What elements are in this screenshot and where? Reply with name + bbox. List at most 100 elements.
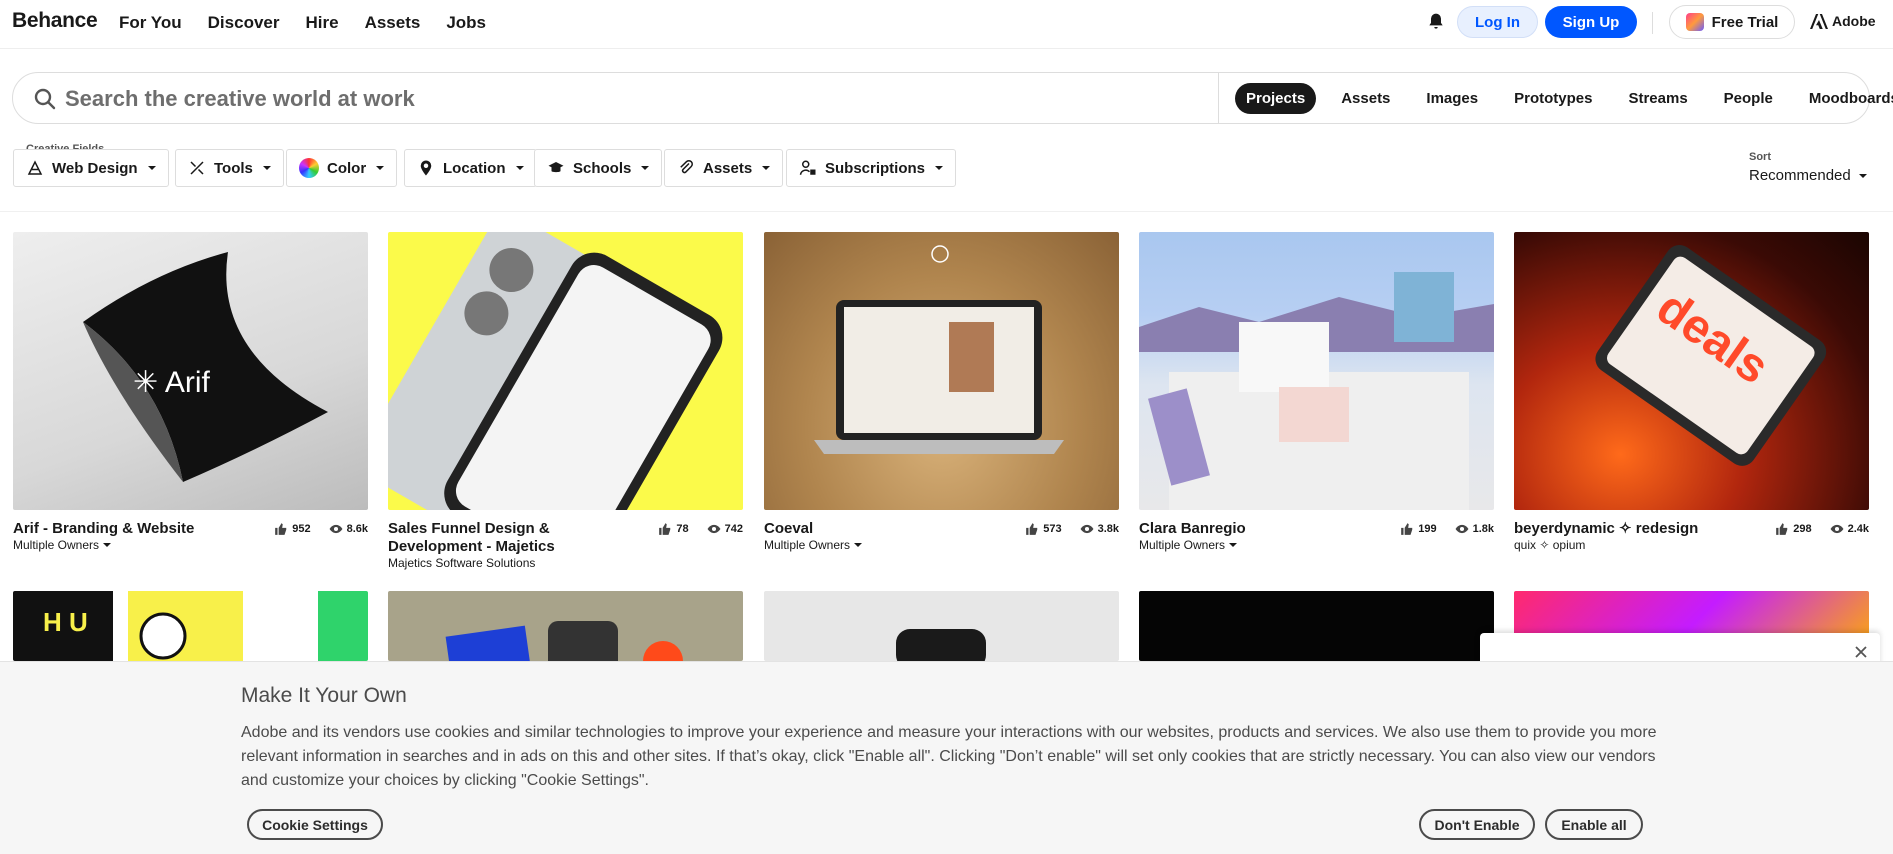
project-title[interactable]: Clara Banregio [1139, 520, 1389, 538]
nav-for-you[interactable]: For You [119, 13, 182, 33]
project-card[interactable] [1139, 591, 1494, 661]
header-divider [1652, 12, 1653, 34]
project-cover-art [814, 245, 1064, 454]
tab-images[interactable]: Images [1415, 83, 1489, 114]
project-owner[interactable]: Multiple Owners [1139, 538, 1238, 552]
tab-streams[interactable]: Streams [1617, 83, 1698, 114]
project-thumbnail[interactable]: H U [13, 591, 368, 661]
project-thumbnail[interactable] [388, 591, 743, 661]
eye-icon [1830, 524, 1843, 534]
tab-people[interactable]: People [1713, 83, 1784, 114]
filter-assets[interactable]: Assets [664, 149, 784, 187]
project-cover-art [388, 232, 723, 510]
chevron-down-icon [515, 166, 524, 170]
color-wheel-icon [299, 158, 319, 178]
project-title[interactable]: Sales Funnel Design & Development - Maje… [388, 520, 638, 556]
project-thumbnail[interactable] [388, 232, 743, 510]
cookie-settings-button[interactable]: Cookie Settings [247, 809, 383, 840]
filter-color-label: Color [327, 159, 367, 177]
search-type-tabs: Projects Assets Images Prototypes Stream… [1235, 83, 1893, 114]
top-nav: Behance For You Discover Hire Assets Job… [0, 0, 1893, 49]
filter-subscriptions[interactable]: Subscriptions [786, 149, 957, 187]
nav-hire[interactable]: Hire [305, 13, 338, 33]
adobe-logo-icon [1810, 13, 1828, 29]
thumbs-up-icon [659, 523, 671, 535]
sort-dropdown[interactable]: Recommended [1749, 167, 1867, 184]
cookie-banner: Make It Your Own Adobe and its vendors u… [0, 661, 1893, 854]
filter-tools-label: Tools [214, 159, 253, 177]
project-card[interactable]: Clara Banregio Multiple Owners 199 1.8k [1139, 232, 1494, 552]
project-cover-art: ✳ Arif [83, 252, 328, 482]
dont-enable-button[interactable]: Don't Enable [1419, 809, 1535, 840]
project-thumbnail[interactable] [1139, 232, 1494, 510]
project-thumbnail[interactable] [1139, 591, 1494, 661]
project-stats: 78 742 [658, 522, 743, 536]
project-thumbnail[interactable]: deals [1514, 232, 1869, 510]
view-count: 3.8k [1097, 523, 1119, 535]
eye-icon [1080, 524, 1093, 534]
project-stats: 199 1.8k [1400, 522, 1494, 536]
project-title[interactable]: Arif - Branding & Website [13, 520, 263, 538]
project-owner[interactable]: Multiple Owners [764, 538, 863, 552]
thumbs-up-icon [1026, 523, 1038, 535]
chevron-down-icon [935, 166, 944, 170]
enable-all-button[interactable]: Enable all [1545, 809, 1643, 840]
filter-color[interactable]: Color [286, 149, 398, 187]
filter-tools[interactable]: Tools [175, 149, 284, 187]
adobe-label: Adobe [1832, 13, 1876, 29]
search-input[interactable] [65, 83, 1205, 115]
nav-jobs[interactable]: Jobs [446, 13, 486, 33]
project-owner-label: Majetics Software Solutions [388, 556, 536, 570]
filter-schools[interactable]: Schools [534, 149, 663, 187]
project-thumbnail[interactable] [764, 232, 1119, 510]
filter-web-design[interactable]: Web Design [13, 149, 169, 187]
cookie-text: Adobe and its vendors use cookies and si… [241, 724, 1657, 789]
login-button[interactable]: Log In [1457, 6, 1538, 38]
project-owner[interactable]: Multiple Owners [13, 538, 112, 552]
eye-icon [1455, 524, 1468, 534]
adobe-link[interactable]: Adobe [1810, 13, 1876, 29]
cookie-title: Make It Your Own [241, 684, 407, 707]
project-card[interactable]: Sales Funnel Design & Development - Maje… [388, 232, 743, 570]
project-owner-label: Multiple Owners [13, 538, 100, 552]
project-card[interactable] [764, 591, 1119, 661]
project-cover-art [1139, 272, 1494, 510]
like-count: 952 [292, 523, 311, 535]
eye-icon [707, 524, 721, 534]
paperclip-icon [680, 159, 693, 174]
behance-logo[interactable]: Behance [12, 9, 98, 33]
tools-icon [190, 161, 204, 175]
search-divider [1218, 73, 1219, 123]
tab-prototypes[interactable]: Prototypes [1503, 83, 1603, 114]
view-count: 2.4k [1847, 523, 1869, 535]
project-cover-art [896, 629, 986, 661]
search-icon [34, 88, 56, 110]
project-title[interactable]: beyerdynamic ✧ redesign [1514, 520, 1764, 538]
like-count: 78 [676, 523, 689, 535]
tab-assets[interactable]: Assets [1330, 83, 1401, 114]
project-card[interactable]: H U [13, 591, 368, 661]
nav-assets[interactable]: Assets [365, 13, 421, 33]
free-trial-button[interactable]: Free Trial [1669, 5, 1795, 39]
project-title[interactable]: Coeval [764, 520, 1014, 538]
chevron-down-icon [762, 166, 771, 170]
chevron-down-icon [103, 543, 112, 547]
project-thumbnail[interactable]: ✳ Arif [13, 232, 368, 510]
project-card[interactable]: ✳ Arif Arif - Branding & Website Multipl… [13, 232, 368, 552]
filter-subscriptions-label: Subscriptions [825, 159, 926, 177]
nav-discover[interactable]: Discover [208, 13, 280, 33]
signup-button[interactable]: Sign Up [1545, 6, 1637, 38]
project-owner[interactable]: Majetics Software Solutions [388, 556, 535, 570]
project-card[interactable]: deals beyerdynamic ✧ redesign quix ✧ opi… [1514, 232, 1869, 552]
project-thumbnail[interactable] [764, 591, 1119, 661]
filter-location[interactable]: Location [404, 149, 537, 187]
project-owner[interactable]: quix ✧ opium [1514, 538, 1585, 552]
web-design-icon [27, 160, 43, 175]
chevron-down-icon [1858, 173, 1867, 178]
close-icon[interactable] [1854, 645, 1868, 659]
project-card[interactable] [388, 591, 743, 661]
tab-moodboards[interactable]: Moodboards [1798, 83, 1893, 114]
bell-icon[interactable] [1426, 12, 1446, 32]
project-card[interactable]: Coeval Multiple Owners 573 3.8k [764, 232, 1119, 552]
tab-projects[interactable]: Projects [1235, 83, 1317, 114]
